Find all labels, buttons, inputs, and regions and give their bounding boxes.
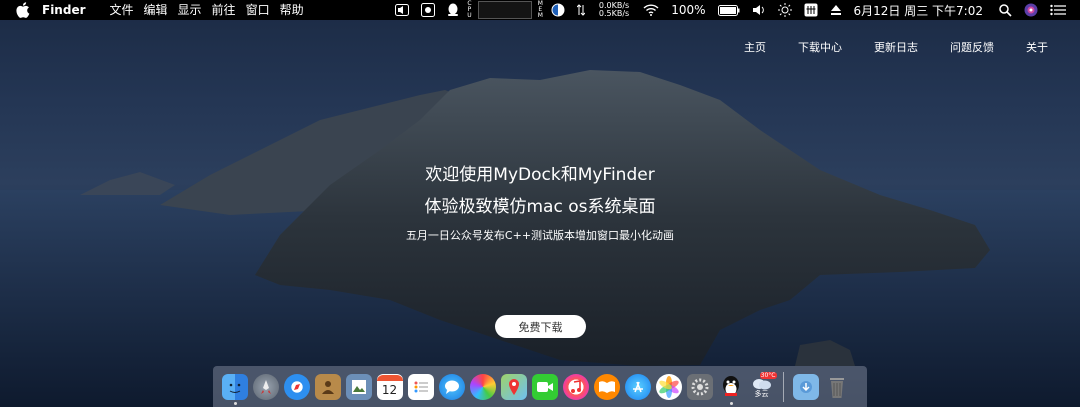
mem-label: MEM bbox=[537, 0, 543, 19]
brightness-icon[interactable] bbox=[777, 0, 792, 20]
volume-icon[interactable] bbox=[752, 0, 766, 20]
apple-icon[interactable] bbox=[16, 2, 30, 18]
system-preferences-icon[interactable] bbox=[686, 373, 713, 400]
hero-subtitle: 五月一日公众号发布C++测试版本增加窗口最小化动画 bbox=[405, 229, 675, 242]
weather-badge: 30°C bbox=[759, 371, 777, 379]
calendar-day: 12 bbox=[381, 382, 398, 397]
qq-icon[interactable] bbox=[447, 0, 459, 20]
cpu-graph bbox=[477, 1, 532, 19]
menu-view[interactable]: 显示 bbox=[178, 0, 212, 20]
running-indicator bbox=[233, 401, 237, 405]
qq-penguin-icon[interactable] bbox=[718, 374, 744, 405]
network-icon bbox=[576, 0, 585, 20]
menu-window[interactable]: 窗口 bbox=[246, 0, 280, 20]
music-icon[interactable] bbox=[562, 373, 589, 400]
siri-icon[interactable] bbox=[1024, 0, 1038, 20]
maps-icon[interactable] bbox=[500, 373, 527, 400]
input-method-icon[interactable] bbox=[804, 0, 818, 20]
clock-datetime[interactable]: 6月12日 周三 下午7:02 bbox=[854, 0, 983, 20]
downloads-folder-icon[interactable] bbox=[792, 373, 819, 400]
hero-title-line2: 体验极致模仿mac os系统桌面 bbox=[424, 197, 656, 217]
nav-feedback[interactable]: 问题反馈 bbox=[950, 39, 994, 55]
running-indicator bbox=[729, 401, 733, 405]
safari-icon[interactable] bbox=[283, 373, 310, 400]
app-menu-finder[interactable]: Finder bbox=[42, 0, 96, 20]
nav-download-center[interactable]: 下载中心 bbox=[798, 39, 842, 55]
speaker-app-icon[interactable] bbox=[395, 0, 410, 20]
free-download-button[interactable]: 免费下载 bbox=[495, 315, 586, 338]
search-icon[interactable] bbox=[999, 0, 1012, 20]
launchpad-icon[interactable] bbox=[252, 373, 279, 400]
menu-go[interactable]: 前往 bbox=[212, 0, 246, 20]
contacts-icon[interactable] bbox=[314, 373, 341, 400]
notification-center-icon[interactable] bbox=[1050, 0, 1066, 20]
books-icon[interactable] bbox=[593, 373, 620, 400]
app-store-icon[interactable] bbox=[624, 373, 651, 400]
battery-percent: 100% bbox=[671, 3, 706, 17]
messages-icon[interactable] bbox=[438, 373, 465, 400]
top-nav: 主页 下载中心 更新日志 问题反馈 关于 bbox=[712, 39, 1048, 55]
dock-separator bbox=[783, 371, 784, 402]
hero-title-line1: 欢迎使用MyDock和MyFinder bbox=[425, 165, 655, 185]
nav-home[interactable]: 主页 bbox=[744, 39, 766, 55]
eject-icon[interactable] bbox=[830, 0, 842, 20]
dock: 12 30°C 多云 bbox=[213, 366, 867, 407]
facetime-icon[interactable] bbox=[531, 373, 558, 400]
cpu-label: CPU bbox=[467, 0, 472, 19]
nav-changelog[interactable]: 更新日志 bbox=[874, 39, 918, 55]
memory-pie-icon[interactable] bbox=[551, 0, 565, 20]
shield-app-icon[interactable] bbox=[421, 0, 436, 20]
trash-icon[interactable] bbox=[824, 374, 850, 400]
battery-icon[interactable] bbox=[717, 0, 740, 20]
weather-label: 多云 bbox=[754, 389, 769, 398]
menu-bar: Finder 文件 编辑 显示 前往 窗口 帮助 CPU MEM 0.0KB/s… bbox=[0, 0, 1080, 20]
menu-help[interactable]: 帮助 bbox=[280, 0, 314, 20]
photos-icon[interactable] bbox=[655, 373, 682, 400]
preview-icon[interactable] bbox=[345, 373, 372, 400]
reminders-icon[interactable] bbox=[407, 373, 434, 400]
weather-icon[interactable]: 30°C 多云 bbox=[749, 371, 777, 400]
calendar-icon[interactable]: 12 bbox=[376, 373, 403, 400]
photo-booth-icon[interactable] bbox=[469, 373, 496, 400]
menu-edit[interactable]: 编辑 bbox=[144, 0, 178, 20]
nav-about[interactable]: 关于 bbox=[1026, 39, 1048, 55]
wifi-icon[interactable] bbox=[643, 0, 659, 20]
menu-file[interactable]: 文件 bbox=[110, 0, 144, 20]
net-down-speed: 0.5KB/s bbox=[598, 9, 630, 18]
network-speed: 0.0KB/s 0.5KB/s bbox=[599, 2, 629, 18]
finder-icon[interactable] bbox=[221, 373, 248, 405]
